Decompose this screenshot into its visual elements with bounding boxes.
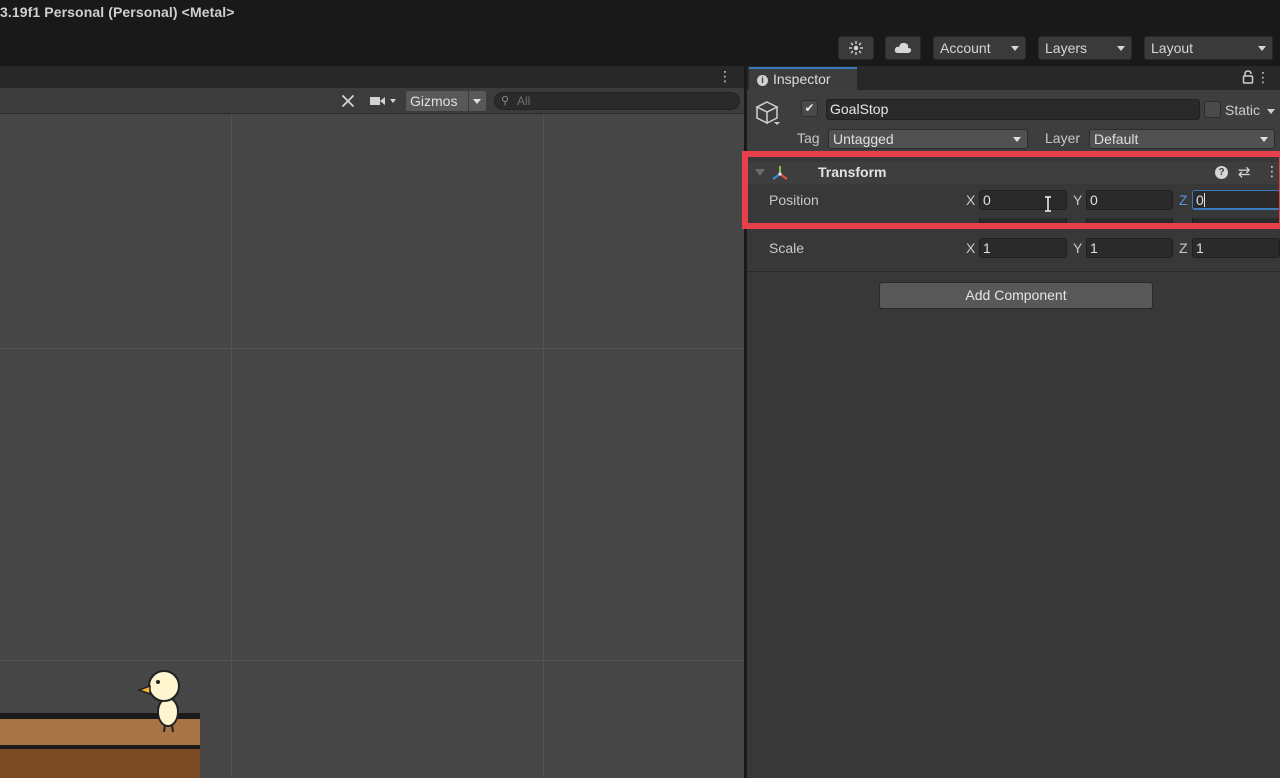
transform-component-header[interactable]: Transform ? ⇄ ⋮	[747, 162, 1280, 184]
collab-icon	[849, 41, 863, 55]
transform-icon	[772, 166, 788, 180]
tag-label: Tag	[797, 130, 820, 146]
scene-view[interactable]: ⋮ Gizmos ⚲ All	[0, 66, 744, 778]
layout-dropdown[interactable]: Layout	[1144, 36, 1273, 60]
more-options-icon[interactable]: ⋮	[1256, 70, 1270, 84]
chevron-down-icon[interactable]	[1267, 109, 1275, 114]
chevron-down-icon	[1260, 137, 1268, 142]
scale-row: Scale X 1 Y 1 Z 1	[747, 237, 1280, 261]
rotation-y-field[interactable]	[1086, 218, 1173, 226]
position-z-axis-label[interactable]: Z	[1179, 192, 1188, 208]
text-cursor	[1203, 193, 1205, 207]
chevron-down-icon	[1117, 46, 1125, 51]
gameobject-cube-icon[interactable]	[755, 100, 781, 126]
account-dropdown[interactable]: Account	[933, 36, 1026, 60]
static-label[interactable]: Static	[1225, 102, 1260, 118]
more-options-icon[interactable]: ⋮	[1265, 164, 1279, 178]
foldout-arrow-icon[interactable]	[755, 169, 765, 176]
transform-title: Transform	[818, 164, 887, 180]
layer-value: Default	[1094, 131, 1139, 147]
rotation-x-field[interactable]	[979, 218, 1067, 226]
add-component-button[interactable]: Add Component	[879, 282, 1153, 309]
more-options-icon[interactable]: ⋮	[718, 69, 732, 83]
duck-sprite[interactable]	[136, 668, 186, 734]
lock-icon[interactable]	[1242, 70, 1254, 84]
scene-search-placeholder: All	[517, 94, 531, 108]
layout-label: Layout	[1151, 40, 1194, 56]
tab-inspector-label: Inspector	[773, 71, 831, 87]
chevron-down-icon	[1013, 137, 1021, 142]
title-bar: 3.19f1 Personal (Personal) <Metal>	[0, 0, 1280, 30]
gameobject-name-field[interactable]: GoalStop	[826, 99, 1200, 120]
info-icon: i	[757, 75, 768, 86]
chevron-down-icon	[1011, 46, 1019, 51]
scene-tab-row: ⋮	[0, 66, 744, 88]
scale-z-field[interactable]: 1	[1192, 238, 1280, 258]
grid-line	[0, 348, 744, 349]
scale-z-axis-label[interactable]: Z	[1179, 240, 1188, 256]
position-label[interactable]: Position	[769, 192, 819, 208]
scale-x-field[interactable]: 1	[979, 238, 1067, 258]
layers-dropdown[interactable]: Layers	[1038, 36, 1132, 60]
scale-label[interactable]: Scale	[769, 240, 804, 256]
ibeam-cursor-icon	[1045, 196, 1051, 212]
main-toolbar: Account Layers Layout	[0, 30, 1280, 66]
inspector-tab-row: i Inspector ⋮	[747, 66, 1280, 90]
tab-inspector[interactable]: i Inspector	[749, 67, 857, 90]
layer-label: Layer	[1045, 130, 1081, 146]
inspector-panel: i Inspector ⋮ ✔ GoalStop Static Tag Untag…	[747, 66, 1280, 778]
tag-dropdown[interactable]: Untagged	[828, 129, 1028, 149]
gizmos-label: Gizmos	[410, 93, 458, 109]
position-x-field[interactable]: 0	[979, 190, 1067, 210]
position-row: Position X 0 Y 0 Z 0	[747, 189, 1280, 213]
scale-y-field[interactable]: 1	[1086, 238, 1173, 258]
scale-y-axis-label[interactable]: Y	[1073, 240, 1082, 256]
gameobject-header: ✔ GoalStop Static Tag Untagged Layer Def…	[747, 90, 1280, 152]
tools-icon[interactable]	[340, 92, 356, 110]
scene-toolbar: Gizmos ⚲ All	[0, 88, 744, 114]
rotation-row	[747, 218, 1280, 228]
camera-icon[interactable]	[369, 92, 397, 110]
component-separator	[747, 271, 1280, 272]
scale-x-axis-label[interactable]: X	[966, 240, 975, 256]
cloud-button[interactable]	[885, 36, 921, 60]
grid-line	[543, 114, 544, 778]
rotation-z-field[interactable]	[1192, 218, 1280, 226]
account-label: Account	[940, 40, 991, 56]
static-checkbox[interactable]	[1204, 101, 1221, 118]
cloud-icon	[894, 42, 912, 53]
position-y-field[interactable]: 0	[1086, 190, 1173, 210]
chevron-down-icon	[1258, 46, 1266, 51]
gameobject-active-checkbox[interactable]: ✔	[801, 100, 818, 117]
gizmos-button[interactable]: Gizmos	[406, 91, 486, 111]
position-z-value: 0	[1196, 192, 1204, 208]
layer-dropdown[interactable]: Default	[1089, 129, 1275, 149]
position-y-axis-label[interactable]: Y	[1073, 192, 1082, 208]
tag-value: Untagged	[833, 131, 894, 147]
collab-button[interactable]	[838, 36, 874, 60]
grid-line	[231, 114, 232, 778]
help-icon[interactable]: ?	[1215, 166, 1228, 179]
grid-line	[0, 660, 744, 661]
layers-label: Layers	[1045, 40, 1088, 56]
position-x-axis-label[interactable]: X	[966, 192, 975, 208]
position-z-field[interactable]: 0	[1192, 190, 1280, 210]
window-title: 3.19f1 Personal (Personal) <Metal>	[0, 4, 235, 20]
chevron-down-icon[interactable]	[473, 99, 481, 104]
search-icon: ⚲	[501, 95, 510, 107]
presets-icon[interactable]: ⇄	[1238, 163, 1251, 181]
scene-search-input[interactable]: ⚲ All	[494, 92, 740, 110]
